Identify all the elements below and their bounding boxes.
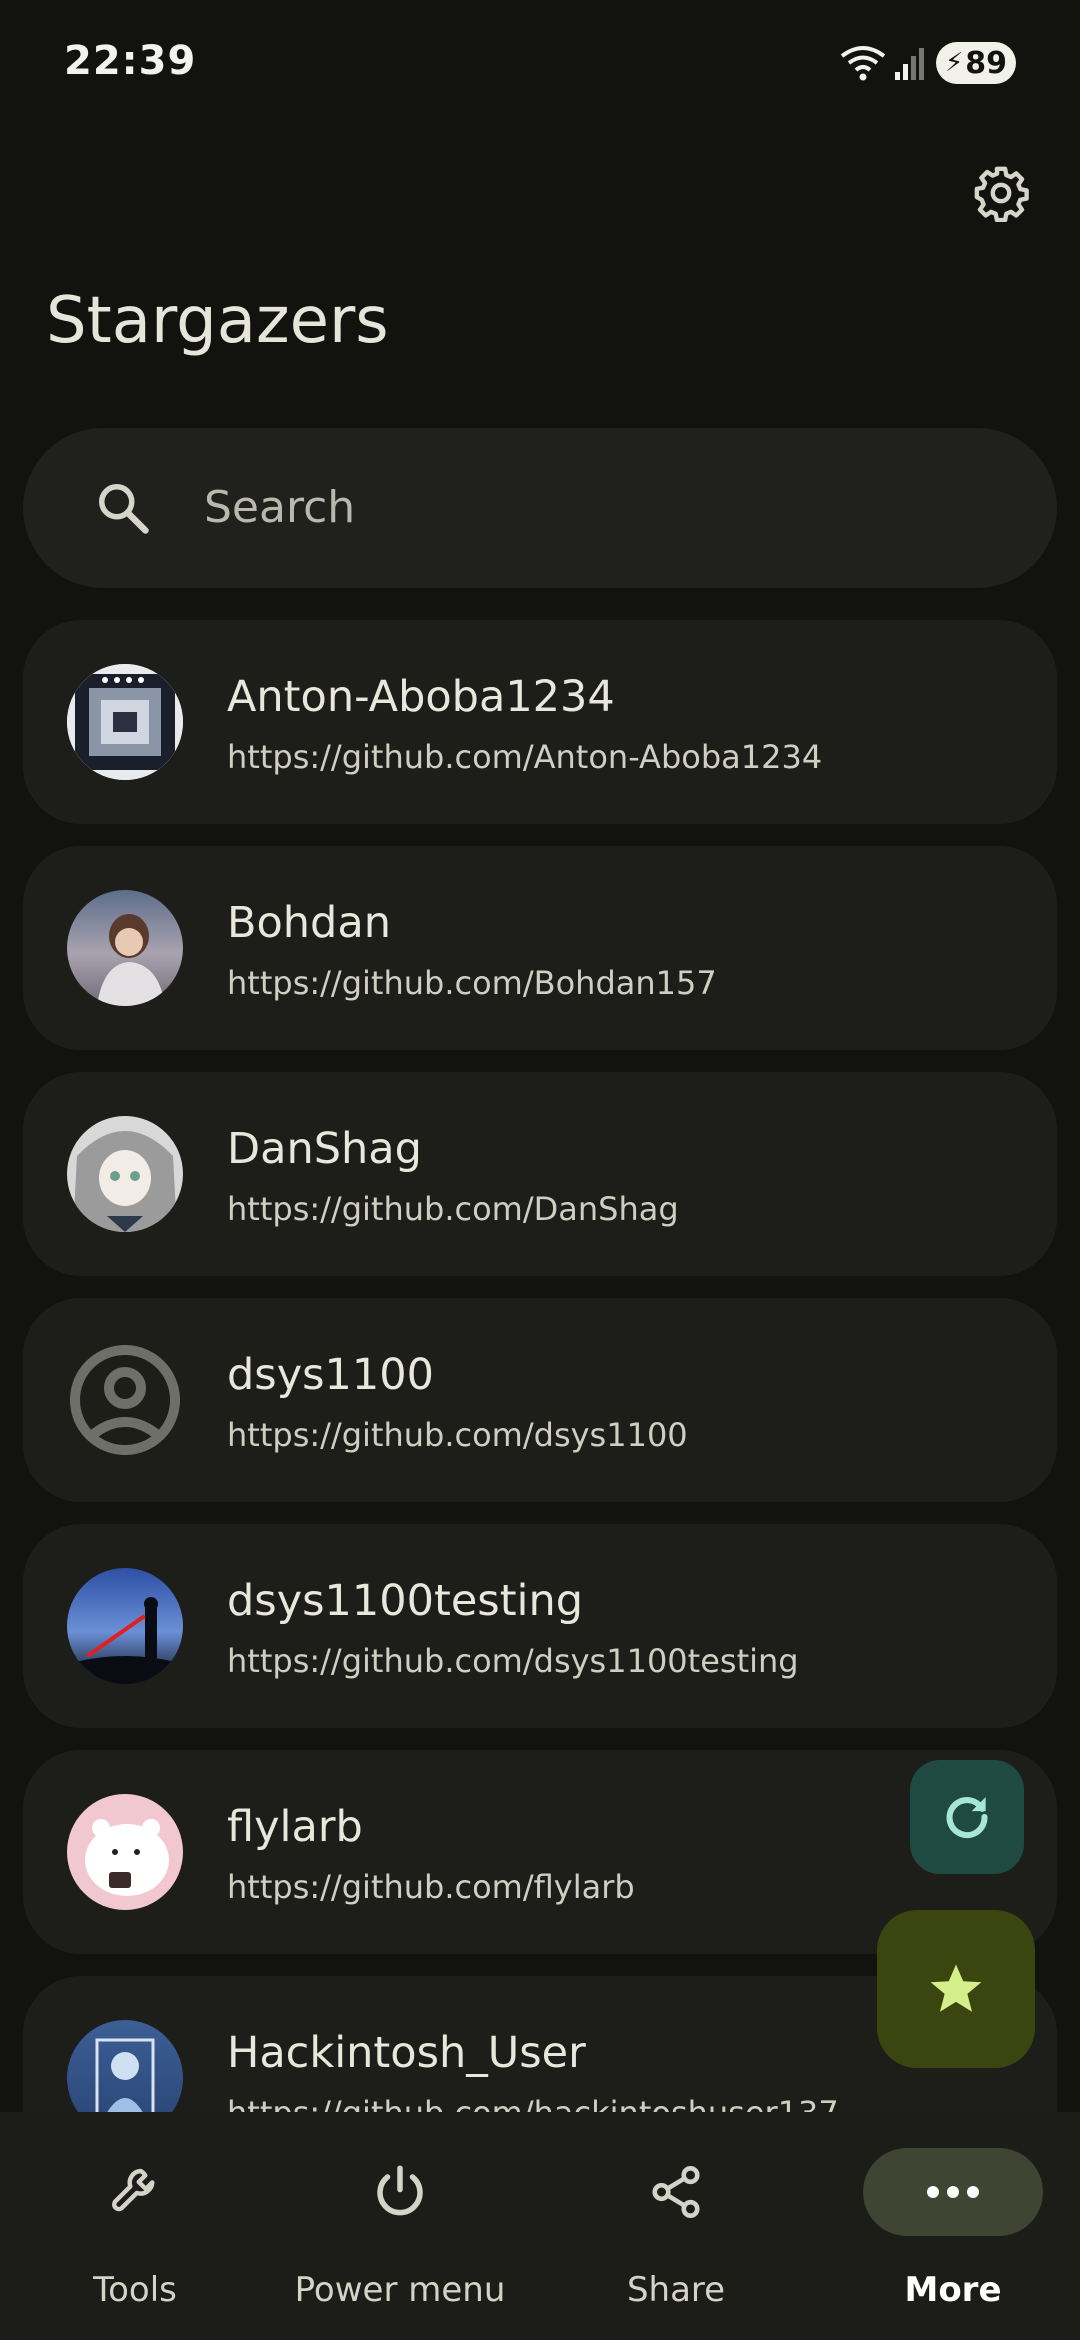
settings-button[interactable] [966,158,1036,228]
nav-icon-container [45,2148,225,2236]
list-item[interactable]: dsys1100testing https://github.com/dsys1… [23,1524,1057,1728]
refresh-button[interactable] [910,1760,1024,1874]
nav-power-menu[interactable]: Power menu [265,2112,535,2340]
battery-indicator: ⚡ 89 [936,42,1016,84]
share-icon [652,2166,700,2218]
more-icon [927,2186,979,2198]
user-url: https://github.com/dsys1100testing [227,1642,799,1680]
user-name: dsys1100 [227,1350,434,1400]
nav-share[interactable]: Share [541,2112,811,2340]
search-icon [99,484,149,534]
battery-level: 89 [965,45,1007,81]
charging-icon: ⚡ [944,48,964,78]
star-button[interactable] [877,1910,1035,2068]
user-url: https://github.com/hackintoshuser137 [227,2094,839,2112]
nav-label: Tools [93,2270,177,2310]
user-name: flylarb [227,1802,363,1852]
gear-icon [974,166,1029,222]
nav-more[interactable]: More [818,2112,1080,2340]
nav-icon-container [586,2148,766,2236]
user-url: https://github.com/flylarb [227,1868,635,1906]
stargazers-screen: 22:39 ⚡ 89 Stargazers Search Anton-Aboba… [0,0,1080,2340]
avatar [67,1116,183,1232]
power-icon [377,2165,423,2216]
list-item[interactable]: dsys1100 https://github.com/dsys1100 [23,1298,1057,1502]
list-item[interactable]: Bohdan https://github.com/Bohdan157 [23,846,1057,1050]
user-name: Hackintosh_User [227,2028,586,2078]
avatar [67,664,183,780]
status-time: 22:39 [64,38,197,84]
bottom-navigation: Tools Power menu Share More [0,2112,1080,2340]
user-url: https://github.com/Anton-Aboba1234 [227,738,823,776]
signal-icon [895,48,924,80]
avatar [67,890,183,1006]
default-avatar-icon [67,1342,183,1458]
status-bar: 22:39 ⚡ 89 [0,0,1080,120]
search-input[interactable]: Search [23,428,1057,588]
nav-active-pill [863,2148,1043,2236]
avatar [67,2020,183,2112]
user-name: Anton-Aboba1234 [227,672,615,722]
refresh-icon [946,1797,988,1839]
nav-label: Power menu [294,2270,506,2310]
list-item[interactable]: Anton-Aboba1234 https://github.com/Anton… [23,620,1057,824]
user-name: DanShag [227,1124,422,1174]
list-item[interactable]: DanShag https://github.com/DanShag [23,1072,1057,1276]
user-url: https://github.com/Bohdan157 [227,964,717,1002]
user-url: https://github.com/DanShag [227,1190,679,1228]
stargazers-list[interactable]: Anton-Aboba1234 https://github.com/Anton… [23,620,1057,2112]
avatar [67,1568,183,1684]
star-icon [930,1964,982,2012]
page-title: Stargazers [46,284,389,358]
nav-icon-container [310,2148,490,2236]
nav-label: More [904,2270,1002,2310]
nav-label: Share [626,2270,726,2310]
user-url: https://github.com/dsys1100 [227,1416,688,1454]
user-name: Bohdan [227,898,391,948]
avatar [67,1794,183,1910]
wifi-icon [840,46,886,81]
nav-tools[interactable]: Tools [0,2112,270,2340]
search-placeholder: Search [204,482,356,533]
user-name: dsys1100testing [227,1576,584,1626]
wrench-icon [112,2168,155,2212]
